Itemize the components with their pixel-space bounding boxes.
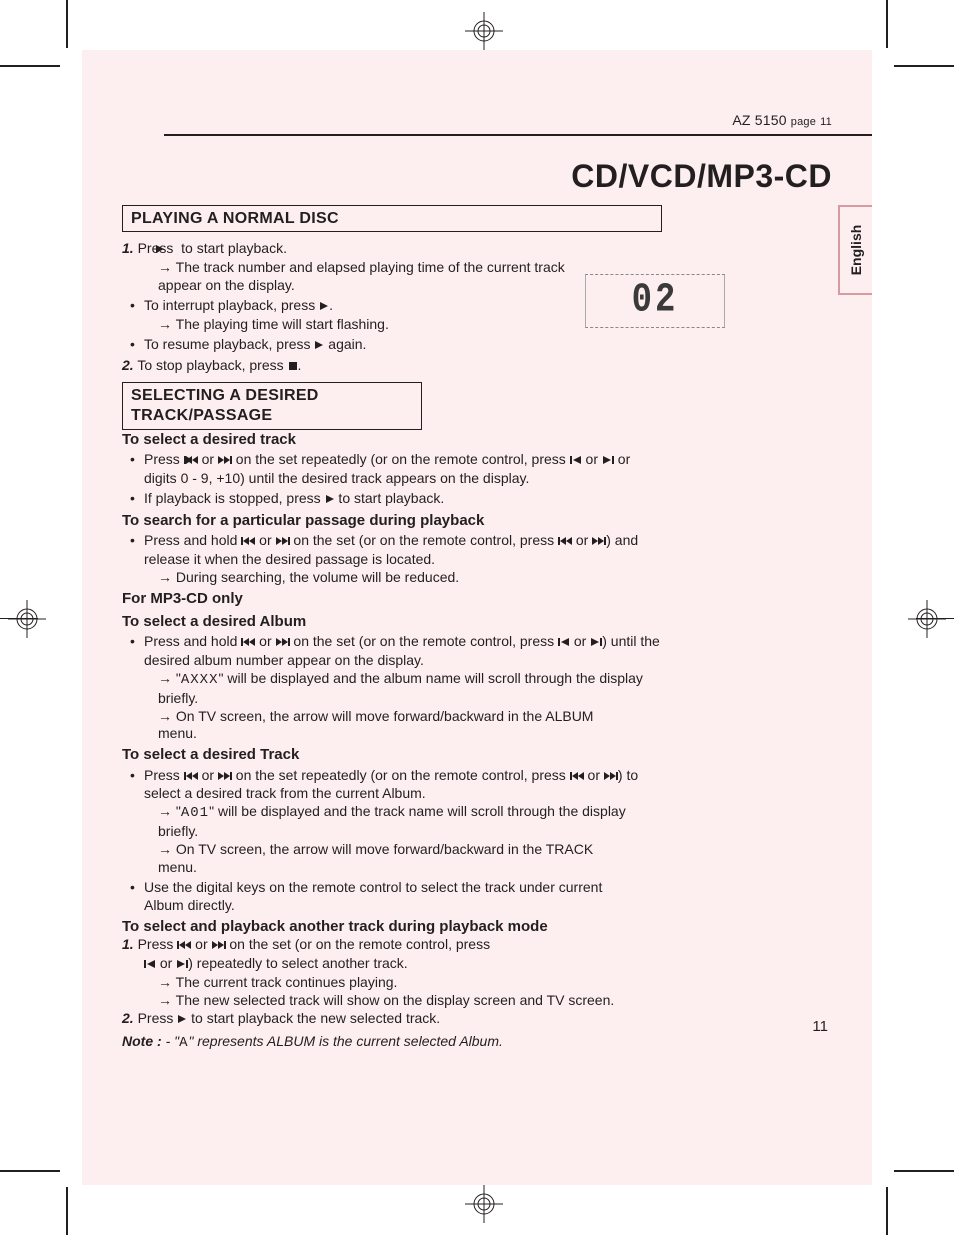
registration-mark-right bbox=[908, 600, 946, 638]
footer-pagenum: 11 bbox=[812, 1018, 828, 1035]
next-icon bbox=[592, 533, 606, 551]
step-pb-1: 1. Press or on the set (or on the remote… bbox=[122, 936, 622, 974]
play-icon bbox=[325, 491, 335, 509]
bullet-select-track2: Press or on the set repeatedly (or on th… bbox=[122, 767, 664, 877]
prev-icon bbox=[558, 533, 572, 551]
prev-icon bbox=[241, 634, 255, 652]
skip-next-icon bbox=[590, 634, 602, 652]
stop-icon bbox=[288, 358, 298, 376]
prev-icon bbox=[241, 533, 255, 551]
prev-icon bbox=[184, 452, 198, 470]
step-2: 2. To stop playback, press . bbox=[122, 357, 722, 376]
header-pagenum: 11 bbox=[820, 116, 832, 128]
skip-prev-icon bbox=[570, 452, 582, 470]
play-icon bbox=[319, 298, 329, 316]
registration-mark-top bbox=[465, 12, 503, 50]
step-1: 1. Press to start playback. bbox=[122, 240, 722, 259]
registration-mark-left bbox=[8, 600, 46, 638]
sub-select-playback-another: To select and playback another track dur… bbox=[122, 917, 722, 936]
album-disp: "AXXX" will be displayed and the album n… bbox=[144, 670, 664, 708]
header-rule bbox=[164, 134, 872, 136]
skip-next-icon bbox=[602, 452, 614, 470]
next-icon bbox=[604, 768, 618, 786]
content-column: PLAYING A NORMAL DISC 1. Press to start … bbox=[122, 205, 722, 1052]
play-icon bbox=[177, 1011, 187, 1029]
next-icon bbox=[276, 533, 290, 551]
sub-select-track2: To select a desired Track bbox=[122, 745, 722, 764]
album-tv: On TV screen, the arrow will move forwar… bbox=[144, 708, 618, 744]
header-text: AZ 5150 page 11 bbox=[732, 112, 832, 128]
bullet-search: Press and hold or on the set (or on the … bbox=[122, 532, 664, 587]
section-title: CD/VCD/MP3-CD bbox=[571, 158, 832, 195]
note-line: Note : - "A" represents ALBUM is the cur… bbox=[122, 1033, 722, 1053]
prev-icon bbox=[570, 768, 584, 786]
bullet-digital-keys: Use the digital keys on the remote contr… bbox=[122, 879, 644, 915]
bullet-select-track: Press or on the set repeatedly (or on th… bbox=[122, 451, 664, 488]
interrupt-result: The playing time will start flashing. bbox=[144, 316, 722, 334]
sub-select-album: To select a desired Album bbox=[122, 612, 722, 631]
track-tv: On TV screen, the arrow will move forwar… bbox=[144, 841, 618, 877]
sub-mp3-only: For MP3-CD only bbox=[122, 589, 722, 608]
model-number: AZ 5150 bbox=[732, 112, 786, 128]
track-disp: "A01" will be displayed and the track na… bbox=[144, 803, 664, 841]
bullet-resume: To resume playback, press again. bbox=[122, 336, 722, 355]
skip-prev-icon bbox=[144, 956, 156, 974]
play-icon bbox=[314, 337, 324, 355]
bullet-interrupt: To interrupt playback, press . The playi… bbox=[122, 297, 722, 334]
heading-playing-normal-disc: PLAYING A NORMAL DISC bbox=[122, 205, 662, 232]
sub-select-track: To select a desired track bbox=[122, 430, 722, 449]
pb-1-res2: The new selected track will show on the … bbox=[122, 992, 628, 1010]
bullet-if-stopped: If playback is stopped, press to start p… bbox=[122, 490, 722, 509]
next-icon bbox=[218, 452, 232, 470]
skip-next-icon bbox=[176, 956, 188, 974]
registration-mark-bottom bbox=[465, 1185, 503, 1223]
next-icon bbox=[276, 634, 290, 652]
step-1-result: The track number and elapsed playing tim… bbox=[122, 259, 598, 295]
next-icon bbox=[212, 937, 226, 955]
skip-prev-icon bbox=[558, 634, 570, 652]
bullet-select-album: Press and hold or on the set (or on the … bbox=[122, 633, 664, 743]
search-result: During searching, the volume will be red… bbox=[144, 569, 664, 587]
sub-search-passage: To search for a particular passage durin… bbox=[122, 511, 722, 530]
pb-1-res1: The current track continues playing. bbox=[122, 974, 722, 992]
prev-icon bbox=[184, 768, 198, 786]
next-icon bbox=[218, 768, 232, 786]
language-tab: English bbox=[838, 205, 872, 295]
heading-selecting-track: SELECTING A DESIRED TRACK/PASSAGE bbox=[122, 382, 422, 430]
step-pb-2: 2. Press to start playback the new selec… bbox=[122, 1010, 722, 1029]
page-word: page bbox=[791, 116, 816, 128]
language-label: English bbox=[848, 225, 864, 276]
page-background: AZ 5150 page 11 CD/VCD/MP3-CD English 02… bbox=[82, 50, 872, 1185]
prev-icon bbox=[177, 937, 191, 955]
